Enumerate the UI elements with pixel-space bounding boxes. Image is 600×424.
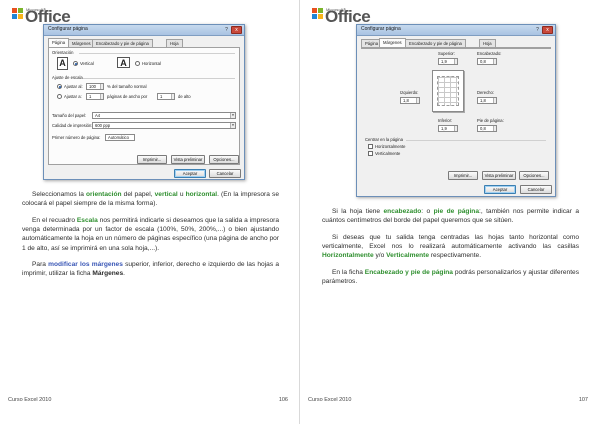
office-logo-icon bbox=[312, 8, 323, 19]
print-button[interactable]: Imprimir... bbox=[137, 155, 167, 164]
dialog-titlebar: Configurar página ? x bbox=[357, 25, 555, 36]
first-page-field[interactable]: Automático bbox=[105, 134, 135, 141]
tab-hoja[interactable]: Hoja bbox=[479, 39, 496, 47]
footer-course-right: Curso Excel 2010 bbox=[308, 397, 352, 403]
margins-tab-panel: Superior: 1,9 Encabezado: 0,8 Izquierdo:… bbox=[361, 47, 551, 180]
help-icon[interactable]: ? bbox=[223, 27, 230, 33]
options-button[interactable]: Opciones... bbox=[519, 171, 549, 180]
orientation-heading: Orientación bbox=[52, 50, 74, 55]
right-page: Microsoft® Office Configurar página ? x … bbox=[300, 0, 600, 424]
fit-label: Ajustar a: bbox=[64, 94, 82, 99]
paper-size-select[interactable]: A4 ▼ bbox=[92, 112, 236, 119]
tab-encabezado[interactable]: Encabezado y pie de página bbox=[92, 39, 153, 47]
right-margin-field[interactable]: 1,8 bbox=[477, 97, 497, 104]
adjust-suffix: % del tamaño normal bbox=[107, 84, 147, 89]
scale-heading: Ajuste de escala bbox=[52, 75, 83, 80]
bottom-margin-label: Inferior: bbox=[438, 118, 453, 123]
header-margin-label: Encabezado: bbox=[477, 51, 502, 56]
dialog-tabs: Página Márgenes Encabezado y pie de pági… bbox=[361, 38, 551, 47]
vertical-radio[interactable] bbox=[73, 61, 78, 66]
accept-button[interactable]: Aceptar bbox=[484, 185, 516, 194]
paragraph-margins: Para modificar los márgenes superior, in… bbox=[22, 261, 279, 278]
help-icon[interactable]: ? bbox=[534, 27, 541, 33]
footer-margin-field[interactable]: 0,8 bbox=[477, 125, 497, 132]
office-logo: Microsoft® Office bbox=[312, 4, 402, 26]
horizontal-radio[interactable] bbox=[135, 61, 140, 66]
right-margin-label: Derecho: bbox=[477, 90, 494, 95]
page-number-left: 106 bbox=[278, 397, 288, 403]
dialog-title: Configurar página bbox=[361, 26, 401, 32]
horizontal-checkbox-label: Horizontalmente bbox=[375, 144, 406, 149]
fit-radio[interactable] bbox=[57, 94, 62, 99]
print-button[interactable]: Imprimir... bbox=[448, 171, 478, 180]
horizontal-checkbox[interactable] bbox=[368, 144, 373, 149]
tab-margenes[interactable]: Márgenes bbox=[68, 39, 95, 47]
dialog-tabs: Página Márgenes Encabezado y pie de pági… bbox=[48, 38, 240, 47]
bottom-margin-field[interactable]: 1,9 bbox=[438, 125, 458, 132]
first-page-label: Primer número de página: bbox=[52, 135, 101, 140]
horizontal-label: Horizontal bbox=[142, 61, 161, 66]
logo-office-text: Office bbox=[25, 7, 71, 26]
page-preview-icon bbox=[432, 70, 464, 112]
footer-course-left: Curso Excel 2010 bbox=[8, 397, 52, 403]
footer-margin-label: Pie de página: bbox=[477, 118, 504, 123]
adjust-percent-field[interactable]: 100 bbox=[86, 83, 104, 90]
page-tab-panel: Orientación A Vertical A Horizontal Ajus… bbox=[48, 47, 240, 165]
header-margin-field[interactable]: 0,8 bbox=[477, 58, 497, 65]
portrait-icon: A bbox=[57, 57, 68, 70]
page-setup-dialog-margins-tab: Configurar página ? x Página Márgenes En… bbox=[356, 24, 556, 197]
fit-wide-field[interactable]: 1 bbox=[86, 93, 104, 100]
dialog-title: Configurar página bbox=[48, 26, 88, 32]
vertical-checkbox[interactable] bbox=[368, 151, 373, 156]
center-heading: Centrar en la página bbox=[365, 137, 403, 142]
paragraph-centering: Si deseas que tu salida tenga centradas … bbox=[322, 234, 579, 260]
dialog-titlebar: Configurar página ? x bbox=[44, 25, 244, 36]
logo-office-text: Office bbox=[325, 7, 371, 26]
fit-suffix: de alto bbox=[178, 94, 191, 99]
left-page: Microsoft® Office Configurar página ? x … bbox=[0, 0, 300, 424]
paragraph-header-footer: Si la hoja tiene encabezado: o pie de pá… bbox=[322, 208, 579, 225]
vertical-label: Vertical bbox=[80, 61, 94, 66]
accept-button[interactable]: Aceptar bbox=[174, 169, 206, 178]
close-icon[interactable]: x bbox=[542, 26, 553, 34]
page-number-right: 107 bbox=[578, 397, 588, 403]
quality-label: Calidad de impresión: bbox=[52, 123, 93, 128]
office-logo: Microsoft® Office bbox=[12, 4, 102, 26]
preview-button[interactable]: Vista preliminar bbox=[171, 155, 205, 164]
paragraph-scale: En el recuadro Escala nos permitirá indi… bbox=[22, 217, 280, 252]
left-margin-label: Izquierdo: bbox=[400, 90, 419, 95]
cancel-button[interactable]: Cancelar bbox=[520, 185, 552, 194]
tab-margenes[interactable]: Márgenes bbox=[379, 38, 406, 47]
paper-size-label: Tamaño del papel: bbox=[52, 113, 87, 118]
tab-encabezado[interactable]: Encabezado y pie de página bbox=[405, 39, 466, 47]
fit-mid-label: páginas de ancho por bbox=[107, 94, 148, 99]
left-margin-field[interactable]: 1,8 bbox=[400, 97, 420, 104]
close-icon[interactable]: x bbox=[231, 26, 242, 34]
preview-button[interactable]: Vista preliminar bbox=[482, 171, 516, 180]
adjust-radio[interactable] bbox=[57, 84, 62, 89]
page-setup-dialog-page-tab: Configurar página ? x Página Márgenes En… bbox=[43, 24, 245, 180]
adjust-label: Ajustar al: bbox=[64, 84, 83, 89]
landscape-icon: A bbox=[117, 57, 130, 68]
paragraph-orientation: Seleccionamos la orientación del papel, … bbox=[22, 191, 279, 208]
quality-select[interactable]: 600 ppp ▼ bbox=[92, 122, 236, 129]
top-margin-field[interactable]: 1,9 bbox=[438, 58, 458, 65]
tab-pagina[interactable]: Página bbox=[48, 38, 70, 47]
office-logo-icon bbox=[12, 8, 23, 19]
cancel-button[interactable]: Cancelar bbox=[209, 169, 241, 178]
fit-tall-field[interactable]: 1 bbox=[157, 93, 175, 100]
vertical-checkbox-label: Verticalmente bbox=[375, 151, 401, 156]
paragraph-header-tab: En la ficha Encabezado y pie de página p… bbox=[322, 269, 579, 286]
options-button[interactable]: Opciones... bbox=[209, 155, 239, 164]
top-margin-label: Superior: bbox=[438, 51, 455, 56]
tab-hoja[interactable]: Hoja bbox=[166, 39, 183, 47]
